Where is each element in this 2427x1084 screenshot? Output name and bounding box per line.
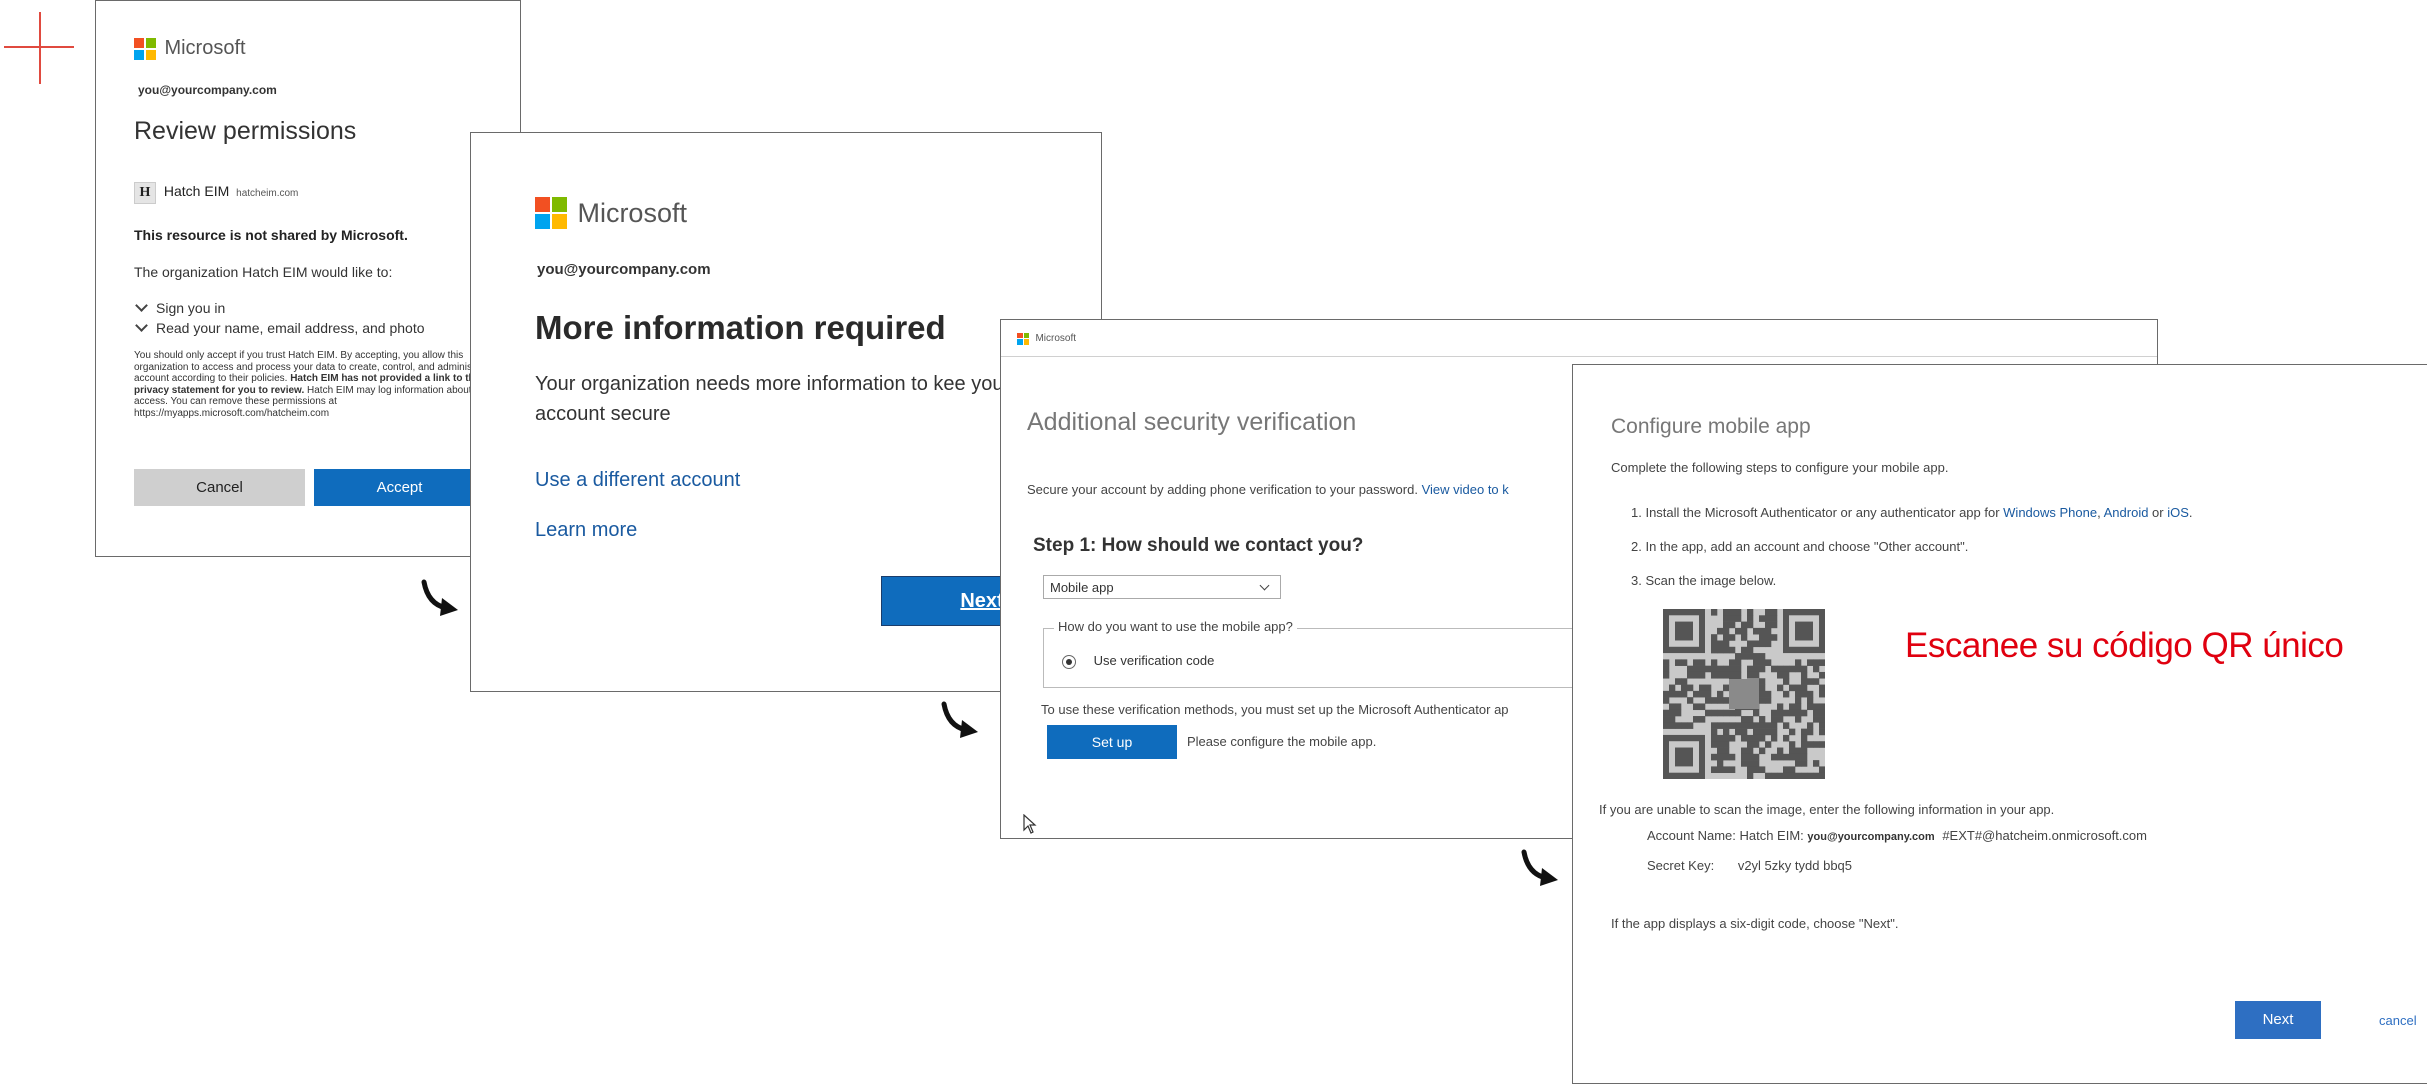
intro-text: Complete the following steps to configur… bbox=[1611, 460, 1949, 475]
cancel-link[interactable]: cancel bbox=[2379, 1013, 2417, 1028]
methods-note: To use these verification methods, you m… bbox=[1041, 702, 1509, 717]
step-text: 1. Install the Microsoft Authenticator o… bbox=[1631, 505, 2004, 520]
unable-to-scan-text: If you are unable to scan the image, ent… bbox=[1599, 802, 2055, 817]
microsoft-logo: Microsoft bbox=[1017, 330, 1076, 348]
app-domain: hatcheim.com bbox=[236, 188, 299, 199]
secret-key-value: v2yl 5zky tydd bbq5 bbox=[1737, 858, 1853, 873]
review-permissions-panel: Microsoft you@yourcompany.com Review per… bbox=[95, 0, 521, 557]
microsoft-logo: Microsoft bbox=[134, 37, 246, 60]
account-email: you@yourcompany.com bbox=[537, 261, 711, 278]
step-2: 2. In the app, add an account and choose… bbox=[1631, 539, 1969, 554]
mouse-cursor-icon bbox=[1023, 814, 1037, 834]
account-email: you@yourcompany.com bbox=[1807, 831, 1935, 843]
learn-more-link[interactable]: Learn more bbox=[535, 519, 637, 542]
microsoft-logo: Microsoft bbox=[535, 197, 687, 229]
account-name-row: Account Name: Hatch EIM: you@yourcompany… bbox=[1647, 828, 2147, 843]
org-request-line: The organization Hatch EIM would like to… bbox=[134, 264, 393, 280]
verification-code-radio[interactable]: Use verification code bbox=[1062, 653, 1214, 669]
cancel-button[interactable]: Cancel bbox=[134, 469, 305, 506]
account-email: you@yourcompany.com bbox=[138, 83, 277, 97]
microsoft-logo-icon bbox=[134, 37, 156, 60]
permission-item[interactable]: Sign you in bbox=[134, 299, 226, 316]
intro-sentence: Secure your account by adding phone veri… bbox=[1027, 482, 1418, 497]
page-title: Configure mobile app bbox=[1611, 415, 1811, 438]
flow-arrow-icon bbox=[421, 579, 458, 616]
flow-arrow-icon bbox=[941, 701, 978, 738]
radio-label: Use verification code bbox=[1093, 653, 1215, 668]
configure-mobile-app-panel: Configure mobile app Complete the follow… bbox=[1572, 364, 2427, 1084]
brand-name: Microsoft bbox=[164, 37, 246, 59]
six-digit-note: If the app displays a six-digit code, ch… bbox=[1611, 916, 1899, 931]
plus-icon bbox=[0, 10, 76, 86]
info-body: Your organization needs more information… bbox=[535, 373, 1011, 425]
windows-phone-link[interactable]: Windows Phone bbox=[2003, 505, 2097, 520]
page-title: More information required bbox=[535, 309, 946, 346]
brand-name: Microsoft bbox=[577, 197, 687, 228]
next-button[interactable]: Next bbox=[2235, 1001, 2321, 1039]
not-shared-notice: This resource is not shared by Microsoft… bbox=[134, 227, 408, 243]
contact-method-select[interactable]: Mobile app bbox=[1043, 575, 1281, 599]
select-value: Mobile app bbox=[1050, 580, 1114, 595]
microsoft-logo-icon bbox=[535, 197, 567, 229]
accept-button[interactable]: Accept bbox=[314, 469, 485, 506]
intro-text: Secure your account by adding phone veri… bbox=[1027, 482, 1509, 497]
permission-label: Read your name, email address, and photo bbox=[156, 320, 425, 336]
account-suffix: #EXT#@hatcheim.onmicrosoft.com bbox=[1942, 828, 2147, 843]
account-name-label: Account Name: Hatch EIM: bbox=[1647, 828, 1804, 843]
radio-selected-icon bbox=[1062, 654, 1076, 669]
qr-caption: Escanee su código QR único bbox=[1905, 626, 2344, 665]
configure-note: Please configure the mobile app. bbox=[1187, 734, 1377, 749]
brand-name: Microsoft bbox=[1035, 333, 1077, 345]
permission-item[interactable]: Read your name, email address, and photo bbox=[134, 319, 425, 336]
flow-arrow-icon bbox=[1521, 849, 1558, 886]
android-link[interactable]: Android bbox=[2104, 505, 2149, 520]
fine-print: You should only accept if you trust Hatc… bbox=[134, 350, 510, 419]
permission-label: Sign you in bbox=[156, 300, 226, 316]
app-badge: H bbox=[134, 182, 156, 204]
app-identity: H Hatch EIM hatcheim.com bbox=[134, 182, 298, 204]
ios-link[interactable]: iOS bbox=[2167, 505, 2189, 520]
fieldset-legend: How do you want to use the mobile app? bbox=[1054, 619, 1297, 634]
chevron-down-icon bbox=[135, 319, 148, 332]
view-video-link[interactable]: View video to k bbox=[1422, 482, 1509, 497]
microsoft-logo-icon bbox=[1017, 332, 1029, 345]
next-button-label: Next bbox=[960, 590, 1004, 612]
secret-key-row: Secret Key: v2yl 5zky tydd bbq5 bbox=[1647, 858, 1852, 873]
secret-key-label: Secret Key: bbox=[1647, 858, 1715, 873]
step-1: 1. Install the Microsoft Authenticator o… bbox=[1631, 505, 2193, 520]
separator: or bbox=[2148, 505, 2168, 520]
step-heading: Step 1: How should we contact you? bbox=[1033, 535, 1364, 556]
set-up-button[interactable]: Set up bbox=[1047, 725, 1177, 759]
app-name: Hatch EIM bbox=[163, 183, 230, 199]
chevron-down-icon bbox=[135, 299, 148, 312]
step-3: 3. Scan the image below. bbox=[1631, 573, 1777, 588]
qr-code-image bbox=[1663, 609, 1825, 779]
page-title: Review permissions bbox=[134, 117, 357, 145]
page-title: Additional security verification bbox=[1027, 408, 1357, 436]
use-different-account-link[interactable]: Use a different account bbox=[535, 469, 740, 492]
chevron-down-icon bbox=[1259, 580, 1270, 591]
separator: . bbox=[2188, 505, 2193, 520]
